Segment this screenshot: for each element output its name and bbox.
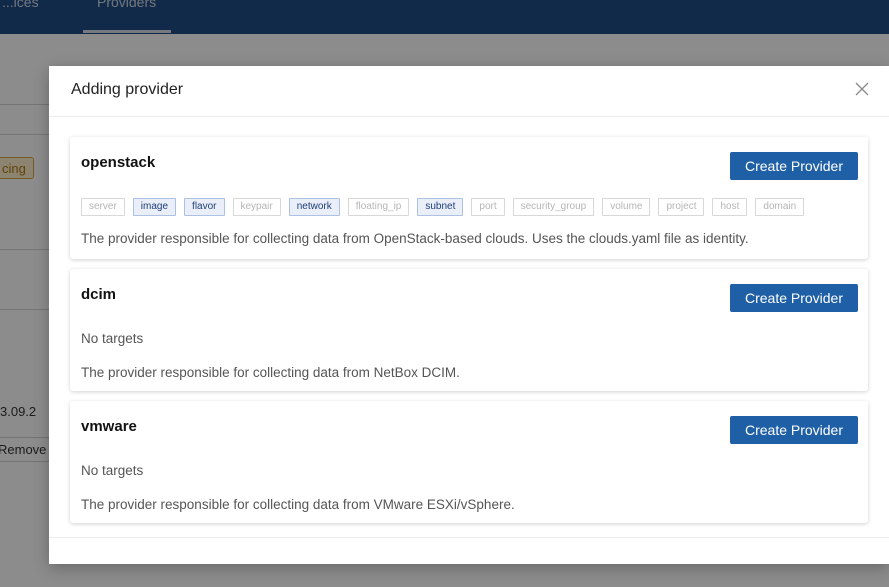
provider-name: vmware [81, 418, 137, 435]
target-tag: host [712, 198, 748, 216]
modal-title: Adding provider [71, 81, 184, 98]
target-tag: floating_ip [347, 198, 410, 216]
target-tag: image [132, 198, 177, 216]
modal-header: Adding provider [49, 66, 889, 117]
provider-name: dcim [81, 286, 117, 303]
target-tag: security_group [512, 198, 595, 216]
target-tag: keypair [232, 198, 281, 216]
provider-name: openstack [81, 154, 156, 171]
target-tag: project [658, 198, 705, 216]
no-targets-text: No targets [81, 463, 144, 478]
provider-description: The provider responsible for collecting … [81, 231, 749, 246]
target-tag: flavor [184, 198, 225, 216]
add-provider-modal: Adding provider openstack Create Provide… [49, 66, 889, 564]
target-tag: subnet [417, 198, 464, 216]
provider-description: The provider responsible for collecting … [81, 497, 515, 512]
close-icon [855, 82, 869, 96]
create-provider-button[interactable]: Create Provider [730, 416, 858, 444]
close-button[interactable] [849, 76, 875, 102]
modal-body: openstack Create Provider server image fla… [49, 117, 889, 537]
modal-footer [49, 537, 889, 564]
provider-card-openstack: openstack Create Provider server image fla… [70, 137, 868, 259]
create-provider-button[interactable]: Create Provider [730, 152, 858, 180]
target-tag: port [471, 198, 505, 216]
create-provider-button[interactable]: Create Provider [730, 284, 858, 312]
provider-card-dcim: dcim Create Provider No targets The prov… [70, 269, 868, 391]
provider-description: The provider responsible for collecting … [81, 365, 460, 380]
provider-card-vmware: vmware Create Provider No targets The pr… [70, 401, 868, 523]
no-targets-text: No targets [81, 331, 144, 346]
target-tag: domain [755, 198, 805, 216]
target-tag: volume [602, 198, 651, 216]
target-tag-list: server image flavor keypair network floating_… [81, 198, 805, 216]
target-tag: network [288, 198, 340, 216]
target-tag: server [81, 198, 125, 216]
